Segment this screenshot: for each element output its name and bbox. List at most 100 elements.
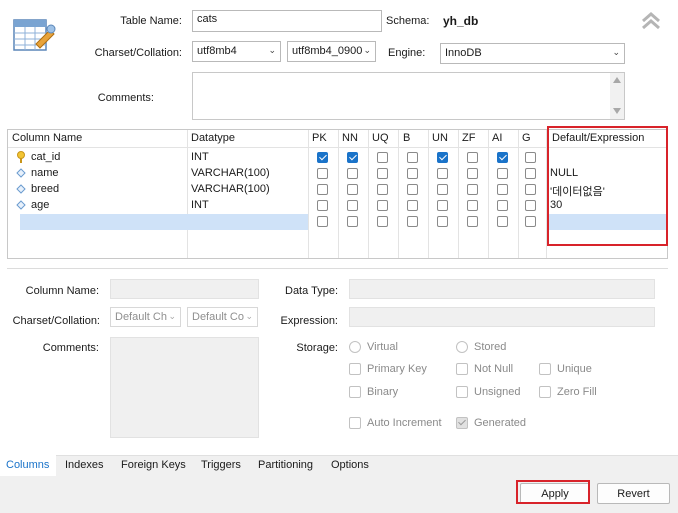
comments-textarea[interactable]: [192, 72, 625, 120]
virtual-radio[interactable]: [349, 341, 361, 353]
g-checkbox[interactable]: [525, 184, 536, 195]
datatype-cell[interactable]: INT: [191, 199, 209, 211]
g-checkbox[interactable]: [525, 200, 536, 211]
ai-checkbox[interactable]: [497, 152, 508, 163]
un-checkbox[interactable]: [437, 168, 448, 179]
pk-checkbox[interactable]: [317, 200, 328, 211]
stored-radio[interactable]: [456, 341, 468, 353]
header-un[interactable]: UN: [432, 132, 448, 144]
table-name-label: Table Name:: [120, 15, 182, 27]
column-name-cell[interactable]: cat_id: [31, 151, 60, 163]
column-name-cell[interactable]: breed: [31, 183, 59, 195]
collation-select[interactable]: utf8mb4_0900 ⌄: [287, 41, 376, 62]
ai-checkbox[interactable]: [497, 200, 508, 211]
uq-checkbox[interactable]: [377, 168, 388, 179]
key-icon: [16, 151, 26, 166]
zf-checkbox[interactable]: [467, 216, 478, 227]
nn-checkbox[interactable]: [347, 216, 358, 227]
binary-checkbox[interactable]: [349, 386, 361, 398]
b-checkbox[interactable]: [407, 152, 418, 163]
zf-checkbox[interactable]: [467, 152, 478, 163]
uq-checkbox[interactable]: [377, 184, 388, 195]
chevron-down-icon: ⌄: [363, 45, 371, 55]
header-datatype[interactable]: Datatype: [191, 132, 235, 144]
engine-select[interactable]: InnoDB ⌄: [440, 43, 625, 64]
g-checkbox[interactable]: [525, 152, 536, 163]
header-zf[interactable]: ZF: [462, 132, 475, 144]
b-checkbox[interactable]: [407, 168, 418, 179]
tab-triggers[interactable]: Triggers: [201, 459, 241, 471]
generated-checkbox[interactable]: [456, 417, 468, 429]
nn-checkbox[interactable]: [347, 200, 358, 211]
zero-fill-checkbox[interactable]: [539, 386, 551, 398]
b-checkbox[interactable]: [407, 200, 418, 211]
scroll-down-icon[interactable]: [613, 108, 621, 114]
nn-checkbox[interactable]: [347, 152, 358, 163]
uq-checkbox[interactable]: [377, 152, 388, 163]
nn-checkbox[interactable]: [347, 184, 358, 195]
datatype-cell[interactable]: VARCHAR(100): [191, 183, 270, 195]
uq-checkbox[interactable]: [377, 216, 388, 227]
header-g[interactable]: G: [522, 132, 531, 144]
engine-label: Engine:: [388, 47, 426, 59]
header-pk[interactable]: PK: [312, 132, 327, 144]
collapse-icon[interactable]: [640, 10, 662, 32]
header-b[interactable]: B: [403, 132, 410, 144]
pk-checkbox[interactable]: [317, 184, 328, 195]
unsigned-checkbox[interactable]: [456, 386, 468, 398]
detail-comments-textarea[interactable]: [110, 337, 259, 438]
b-checkbox[interactable]: [407, 216, 418, 227]
primary-key-label: Primary Key: [367, 363, 427, 375]
not-null-label: Not Null: [474, 363, 514, 375]
expression-field[interactable]: [349, 307, 655, 327]
table-editor-icon: [12, 14, 56, 54]
tab-indexes[interactable]: Indexes: [65, 459, 104, 471]
g-checkbox[interactable]: [525, 216, 536, 227]
detail-collation-select[interactable]: Default Co ⌄: [187, 307, 258, 327]
charset-select[interactable]: utf8mb4 ⌄: [192, 41, 281, 62]
b-checkbox[interactable]: [407, 184, 418, 195]
table-name-input[interactable]: cats: [192, 10, 382, 32]
un-checkbox[interactable]: [437, 200, 448, 211]
datatype-cell[interactable]: VARCHAR(100): [191, 167, 270, 179]
header-nn[interactable]: NN: [342, 132, 358, 144]
data-type-field[interactable]: [349, 279, 655, 299]
g-checkbox[interactable]: [525, 168, 536, 179]
zf-checkbox[interactable]: [467, 168, 478, 179]
primary-key-checkbox[interactable]: [349, 363, 361, 375]
column-name-field[interactable]: [110, 279, 259, 299]
header-ai[interactable]: AI: [492, 132, 502, 144]
unique-checkbox[interactable]: [539, 363, 551, 375]
column-name-cell[interactable]: name: [31, 167, 59, 179]
uq-checkbox[interactable]: [377, 200, 388, 211]
pk-checkbox[interactable]: [317, 168, 328, 179]
detail-charset-select[interactable]: Default Ch ⌄: [110, 307, 181, 327]
pk-checkbox[interactable]: [317, 152, 328, 163]
pk-checkbox[interactable]: [317, 216, 328, 227]
un-checkbox[interactable]: [437, 152, 448, 163]
tab-options[interactable]: Options: [331, 459, 369, 471]
un-checkbox[interactable]: [437, 184, 448, 195]
detail-charset-label: Charset/Collation:: [12, 315, 100, 327]
zf-checkbox[interactable]: [467, 184, 478, 195]
un-checkbox[interactable]: [437, 216, 448, 227]
chevron-down-icon: ⌄: [612, 47, 620, 57]
scroll-up-icon[interactable]: [613, 77, 621, 83]
zf-checkbox[interactable]: [467, 200, 478, 211]
auto-increment-checkbox[interactable]: [349, 417, 361, 429]
nn-checkbox[interactable]: [347, 168, 358, 179]
tab-foreign-keys[interactable]: Foreign Keys: [121, 459, 186, 471]
header-column-name[interactable]: Column Name: [12, 132, 82, 144]
ai-checkbox[interactable]: [497, 168, 508, 179]
ai-checkbox[interactable]: [497, 184, 508, 195]
column-name-cell[interactable]: age: [31, 199, 49, 211]
ai-checkbox[interactable]: [497, 216, 508, 227]
header-uq[interactable]: UQ: [372, 132, 389, 144]
scrollbar[interactable]: [610, 73, 624, 119]
revert-button[interactable]: Revert: [597, 483, 670, 504]
datatype-cell[interactable]: INT: [191, 151, 209, 163]
tab-columns[interactable]: Columns: [6, 459, 49, 471]
not-null-checkbox[interactable]: [456, 363, 468, 375]
auto-increment-label: Auto Increment: [367, 417, 442, 429]
tab-partitioning[interactable]: Partitioning: [258, 459, 313, 471]
